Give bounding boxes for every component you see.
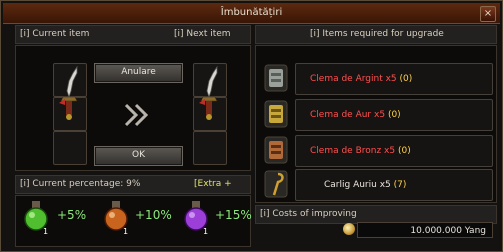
green-potion-bonus: +5%: [57, 208, 87, 222]
percentage-bar: [i] Current percentage: 9% [Extra + 30%]: [15, 175, 251, 206]
window-title: Îmbunătățiri: [220, 7, 283, 18]
requirement-count: (0): [399, 74, 413, 84]
current-item-header: [i] Current item: [20, 29, 90, 39]
requirement-row: Clema de Aur x5 (0): [295, 99, 493, 131]
gold-clamp-icon: [264, 100, 288, 128]
requirement-name: Carlig Auriu x5: [324, 180, 391, 190]
upgrade-window: Îmbunătățiri × [i] Current item [i] Next…: [0, 0, 503, 252]
requirement-row: Clema de Bronz x5 (0): [295, 135, 493, 167]
purple-potion-qty: 1: [203, 227, 209, 236]
requirement-row: Carlig Auriu x5 (7): [295, 169, 493, 201]
close-button[interactable]: ×: [480, 6, 496, 22]
costs-header: [i] Costs of improving: [260, 209, 357, 219]
requirement-name: Clema de Argint x5: [310, 74, 397, 84]
requirement-count: (7): [393, 180, 407, 190]
ok-button[interactable]: OK: [94, 146, 183, 166]
green-potion-qty: 1: [43, 227, 49, 236]
next-sword-icon[interactable]: [195, 63, 225, 131]
requirement-row: Clema de Argint x5 (0): [295, 63, 493, 95]
requirement-count: (0): [387, 110, 401, 120]
silver-clamp-icon: [264, 64, 288, 92]
bronze-clamp-icon: [264, 136, 288, 164]
item-header-bar: [i] Current item [i] Next item: [15, 25, 251, 44]
required-header-bar: [i] Items required for upgrade: [255, 25, 497, 44]
purple-potion-bonus: +15%: [215, 208, 252, 222]
required-items-header: [i] Items required for upgrade: [310, 29, 444, 39]
requirement-name: Clema de Bronz x5: [310, 146, 396, 156]
cancel-button[interactable]: Anulare: [94, 63, 183, 83]
current-percentage: [i] Current percentage: 9%: [20, 179, 141, 189]
title-bar[interactable]: Îmbunătățiri ×: [3, 3, 500, 24]
requirement-name: Clema de Aur x5: [310, 110, 386, 120]
yang-coin-icon: [343, 223, 355, 235]
orange-potion-bonus: +10%: [135, 208, 172, 222]
requirement-count: (0): [397, 146, 411, 156]
current-sword-icon[interactable]: [55, 63, 85, 131]
upgrade-arrow-icon: [124, 103, 149, 127]
current-item-slot-3[interactable]: [53, 131, 87, 165]
next-item-header: [i] Next item: [174, 29, 231, 39]
orange-potion-qty: 1: [123, 227, 129, 236]
golden-hook-icon: [264, 170, 288, 198]
next-item-slot-3[interactable]: [193, 131, 227, 165]
cost-amount: 10.000.000 Yang: [357, 222, 493, 238]
